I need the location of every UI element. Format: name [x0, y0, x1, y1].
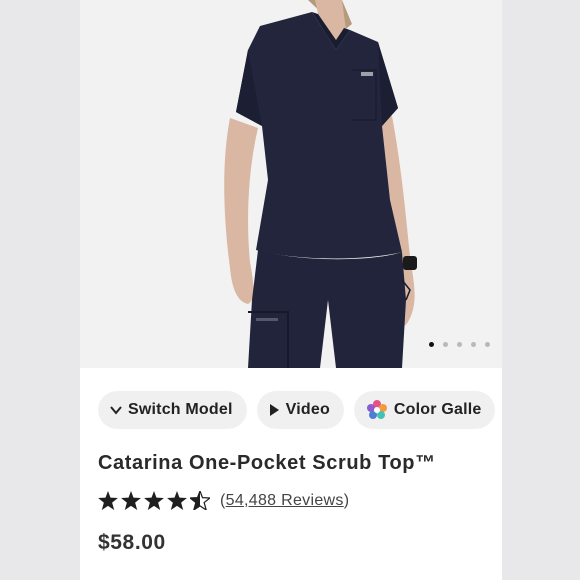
half-star-icon: [190, 491, 210, 510]
product-image[interactable]: [80, 0, 502, 368]
reviews-count: 54,488 Reviews: [225, 491, 344, 509]
media-actions: Switch Model Video Color Galle: [98, 391, 496, 429]
model-illustration: [224, 0, 417, 368]
product-title: Catarina One-Pocket Scrub Top™: [98, 452, 436, 474]
carousel-dot[interactable]: [457, 342, 462, 347]
reviews-close-paren: ): [343, 491, 350, 509]
reviews-link[interactable]: (54,488 Reviews): [220, 492, 349, 510]
play-icon: [269, 404, 280, 416]
video-button[interactable]: Video: [256, 391, 344, 429]
star-icon: [144, 491, 164, 510]
chevron-down-icon: [110, 405, 122, 415]
star-icon: [121, 491, 141, 510]
product-card: Switch Model Video Color Galle Catarina …: [80, 0, 502, 580]
carousel-dot[interactable]: [429, 342, 434, 347]
color-wheel-icon: [366, 399, 388, 421]
carousel-dot[interactable]: [471, 342, 476, 347]
rating-row: (54,488 Reviews): [98, 491, 349, 510]
color-gallery-button[interactable]: Color Galle: [353, 391, 496, 429]
star-icon: [167, 491, 187, 510]
star-rating: [98, 491, 210, 510]
color-gallery-label: Color Galle: [393, 401, 482, 418]
switch-model-label: Switch Model: [128, 401, 233, 418]
product-price: $58.00: [98, 531, 166, 554]
carousel-dots: [429, 342, 490, 347]
video-label: Video: [285, 401, 330, 418]
carousel-dot[interactable]: [443, 342, 448, 347]
left-backdrop: [0, 0, 80, 580]
star-icon: [98, 491, 118, 510]
carousel-dot[interactable]: [485, 342, 490, 347]
right-backdrop: [502, 0, 580, 580]
switch-model-button[interactable]: Switch Model: [98, 391, 247, 429]
